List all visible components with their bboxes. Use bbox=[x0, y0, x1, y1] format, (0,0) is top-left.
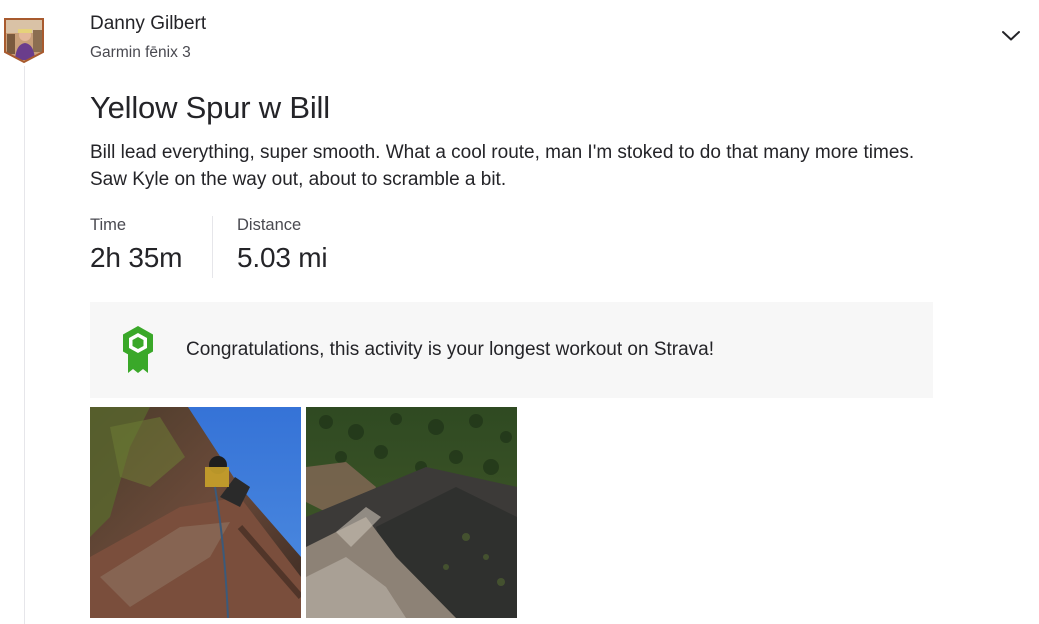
achievement-badge-icon bbox=[120, 324, 156, 374]
stat-label: Time bbox=[90, 216, 127, 234]
activity-photo-climbing[interactable] bbox=[90, 407, 301, 618]
activity-photo-canyon[interactable] bbox=[306, 407, 517, 618]
activity-description: Bill lead everything, super smooth. What… bbox=[90, 142, 915, 190]
achievement-banner: Congratulations, this activity is your l… bbox=[90, 302, 933, 398]
stat-label: Distance bbox=[237, 216, 302, 234]
achievement-text: Congratulations, this activity is your l… bbox=[186, 339, 715, 360]
stat-value: 2h 35m bbox=[90, 242, 183, 273]
activity-title[interactable]: Yellow Spur w Bill bbox=[90, 90, 330, 126]
stat-divider bbox=[212, 216, 213, 278]
device-name: Garmin fēnix 3 bbox=[90, 44, 191, 61]
stat-value: 5.03 mi bbox=[237, 242, 328, 273]
chevron-down-icon[interactable] bbox=[999, 24, 1023, 48]
stat-distance: Distance 5.03 mi bbox=[237, 216, 328, 274]
stat-time: Time 2h 35m bbox=[90, 216, 182, 274]
timeline-line bbox=[24, 66, 25, 624]
owner-name[interactable]: Danny Gilbert bbox=[90, 13, 206, 35]
avatar[interactable] bbox=[2, 16, 46, 64]
